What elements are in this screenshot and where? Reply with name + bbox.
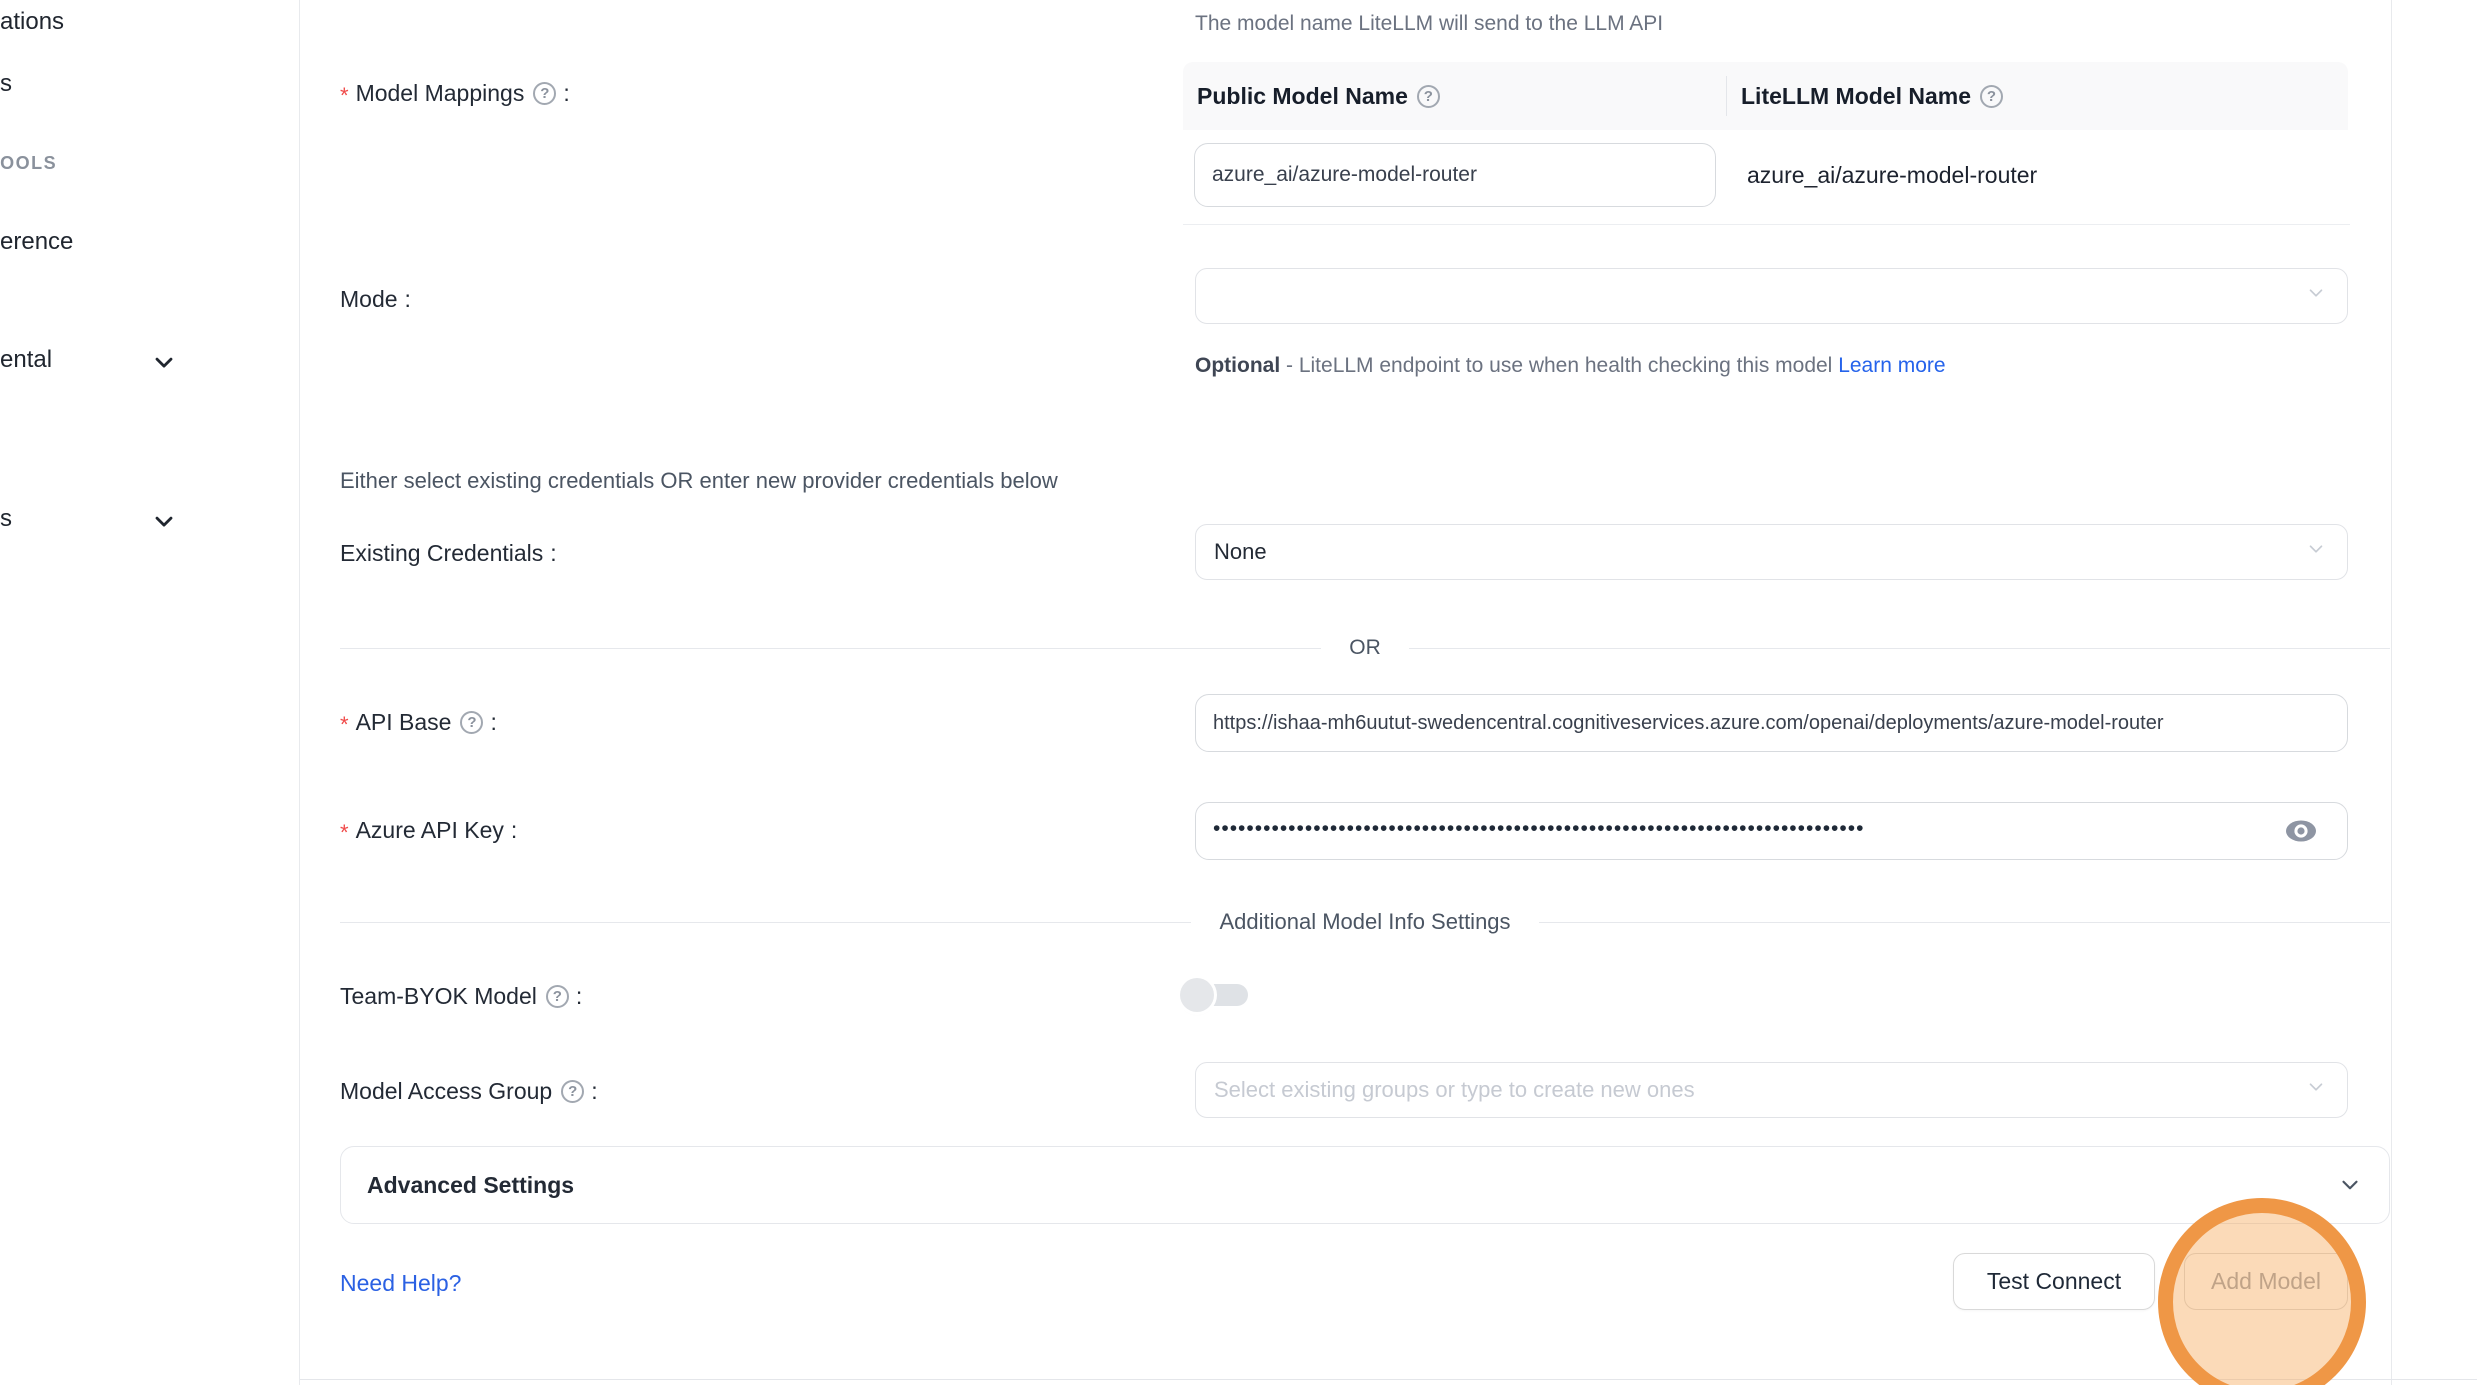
litellm-model-name-value: azure_ai/azure-model-router [1747, 162, 2037, 189]
add-model-button[interactable]: Add Model [2184, 1253, 2348, 1310]
sidebar-item-experimental[interactable]: ental [0, 346, 52, 374]
team-byok-label: Team-BYOK Model ? : [340, 983, 582, 1010]
toggle-knob [1180, 978, 1214, 1012]
required-asterisk: * [340, 820, 349, 846]
learn-more-link[interactable]: Learn more [1838, 354, 1945, 377]
eye-icon[interactable] [2285, 820, 2317, 843]
test-connect-button[interactable]: Test Connect [1953, 1253, 2155, 1310]
chevron-down-icon [2305, 1076, 2327, 1104]
or-divider-text: OR [1321, 636, 1409, 660]
need-help-link[interactable]: Need Help? [340, 1270, 461, 1297]
mode-help-text: Optional - LiteLLM endpoint to use when … [1195, 344, 1995, 388]
column-header-public-model-name: Public Model Name ? [1183, 83, 1726, 110]
sidebar-divider [299, 0, 300, 1385]
chevron-down-icon [2305, 282, 2327, 310]
model-access-group-select[interactable]: Select existing groups or type to create… [1195, 1062, 2348, 1118]
api-base-label: * API Base ? : [340, 709, 497, 736]
existing-credentials-select[interactable]: None [1195, 524, 2348, 580]
panel-bottom-divider [300, 1379, 2477, 1380]
existing-credentials-label: Existing Credentials : [340, 540, 557, 567]
help-question-icon[interactable]: ? [533, 82, 556, 105]
help-question-icon[interactable]: ? [546, 985, 569, 1008]
model-name-hint: The model name LiteLLM will send to the … [1195, 12, 1663, 36]
public-model-name-input[interactable] [1194, 143, 1716, 207]
azure-api-key-label: * Azure API Key : [340, 817, 517, 844]
sidebar-item-organizations[interactable]: ations [0, 8, 64, 36]
model-mappings-table: Public Model Name ? LiteLLM Model Name ? [1183, 62, 2348, 130]
or-divider: OR [340, 634, 2390, 662]
chevron-down-icon [2337, 1172, 2363, 1198]
advanced-settings-title: Advanced Settings [367, 1172, 574, 1199]
column-header-litellm-model-name: LiteLLM Model Name ? [1727, 83, 2003, 110]
existing-credentials-value: None [1214, 539, 1267, 565]
additional-settings-divider: Additional Model Info Settings [340, 908, 2390, 936]
mode-label: Mode : [340, 286, 411, 313]
help-question-icon[interactable]: ? [561, 1080, 584, 1103]
chevron-down-icon[interactable] [150, 348, 178, 376]
model-mappings-table-header: Public Model Name ? LiteLLM Model Name ? [1183, 62, 2348, 130]
model-access-group-placeholder: Select existing groups or type to create… [1214, 1077, 1695, 1103]
sidebar-section-tools: TOOLS [0, 153, 57, 174]
masked-api-key-value: ••••••••••••••••••••••••••••••••••••••••… [1213, 817, 2253, 841]
sidebar-item-inference[interactable]: erence [0, 228, 73, 256]
team-byok-toggle[interactable] [1180, 978, 1248, 1012]
help-question-icon[interactable]: ? [1417, 85, 1440, 108]
api-base-input[interactable] [1195, 694, 2348, 752]
help-question-icon[interactable]: ? [1980, 85, 2003, 108]
model-access-group-label: Model Access Group ? : [340, 1078, 598, 1105]
add-model-form-screen: ations s TOOLS erence ental s The model … [0, 0, 2477, 1385]
panel-right-divider [2391, 0, 2392, 1385]
chevron-down-icon [2305, 538, 2327, 566]
table-row-divider [1183, 224, 2350, 225]
additional-settings-divider-text: Additional Model Info Settings [1191, 909, 1538, 935]
azure-api-key-input[interactable]: ••••••••••••••••••••••••••••••••••••••••… [1195, 802, 2348, 860]
sidebar-item-settings[interactable]: s [0, 505, 12, 533]
required-asterisk: * [340, 83, 349, 109]
mode-select[interactable] [1195, 268, 2348, 324]
sidebar-item[interactable]: s [0, 70, 12, 98]
model-mappings-label: * Model Mappings ? : [340, 80, 570, 107]
required-asterisk: * [340, 712, 349, 738]
credentials-note: Either select existing credentials OR en… [340, 468, 1058, 494]
chevron-down-icon[interactable] [150, 507, 178, 535]
advanced-settings-panel[interactable]: Advanced Settings [340, 1146, 2390, 1224]
help-question-icon[interactable]: ? [460, 711, 483, 734]
